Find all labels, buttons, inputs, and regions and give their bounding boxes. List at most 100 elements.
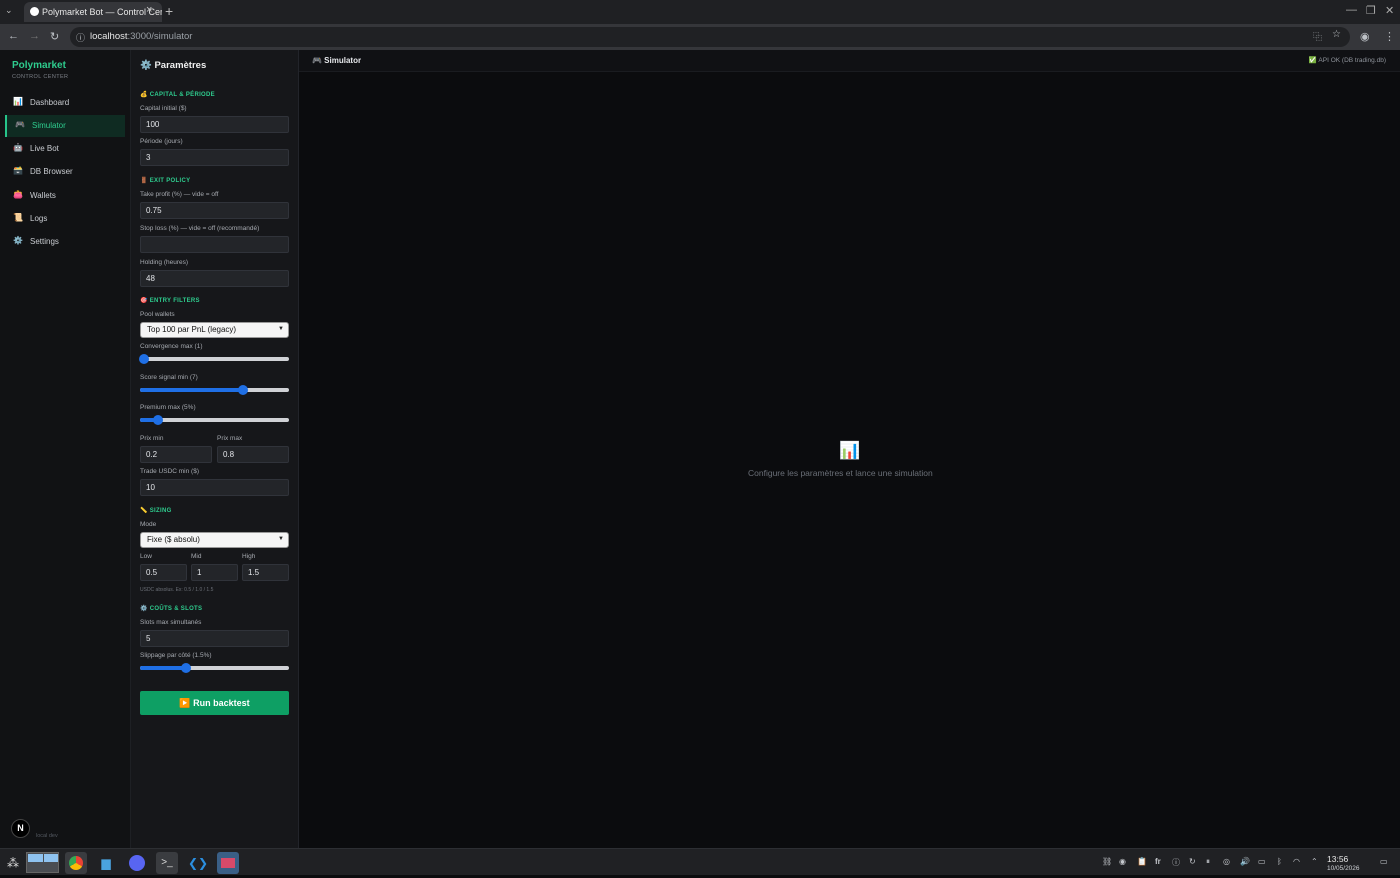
vscode-icon[interactable]: ❮❯ [187,852,209,874]
pool-wallets-select[interactable]: Top 100 par PnL (legacy) ▼ [140,322,289,338]
periode-input[interactable]: 3 [140,149,289,166]
high-input[interactable]: 1.5 [242,564,289,581]
workspace-switcher[interactable] [26,852,59,873]
premium-slider[interactable] [140,415,289,425]
launcher-icon[interactable]: ⁂ [2,852,24,874]
forward-icon[interactable]: → [29,30,40,42]
capital-label: Capital initial ($) [140,105,187,112]
chrome-icon[interactable] [65,852,87,874]
database-icon: 🗃️ [13,166,23,175]
periode-label: Période (jours) [140,138,183,145]
empty-state-message: Configure les paramètres et lance une si… [748,468,933,478]
browser-tab[interactable]: Polymarket Bot — Control Cent [24,2,162,22]
battery-icon[interactable]: ▭ [1258,857,1266,866]
chart-icon: 📊 [13,97,23,106]
sidebar-item-dashboard[interactable]: 📊 Dashboard [5,92,125,114]
slider-thumb[interactable] [181,663,192,673]
minimize-icon[interactable]: — [1346,4,1357,16]
holding-label: Holding (heures) [140,259,189,266]
slippage-slider[interactable] [140,663,289,673]
clock-date[interactable]: 10/05/2026 [1327,865,1360,872]
main-header: 🎮 Simulator ✅ API OK (DB trading.db) [299,50,1400,72]
files-icon[interactable]: ▆ [95,852,117,874]
run-backtest-button[interactable]: ▶️ Run backtest [140,691,289,715]
discord-icon[interactable] [126,852,148,874]
keyboard-layout[interactable]: fr [1155,857,1161,866]
prix-max-input[interactable]: 0.8 [217,446,289,463]
sidebar-item-label: Dashboard [30,98,70,107]
mode-select[interactable]: Fixe ($ absolu) ▼ [140,532,289,548]
restore-icon[interactable]: ❐ [1366,4,1376,17]
sidebar-item-db-browser[interactable]: 🗃️ DB Browser [5,161,125,183]
mid-input[interactable]: 1 [191,564,238,581]
sidebar-item-simulator[interactable]: 🎮 Simulator [5,115,125,137]
trade-usdc-input[interactable]: 10 [140,479,289,496]
terminal-icon[interactable]: >_ [156,852,178,874]
new-tab-icon[interactable]: + [165,3,173,19]
brand-subtitle: CONTROL CENTER [12,74,69,80]
close-window-icon[interactable]: ✕ [1385,4,1394,17]
sidebar-item-wallets[interactable]: 👛 Wallets [5,185,125,207]
slider-thumb[interactable] [139,354,150,364]
volume-icon[interactable]: 🔊 [1240,857,1250,866]
chevron-down-icon: ▼ [278,536,284,542]
prix-min-input[interactable]: 0.2 [140,446,212,463]
section-capital: 💰 CAPITAL & PÉRIODE [140,92,215,98]
sync-icon[interactable]: ↻ [1189,857,1196,866]
sidebar-item-logs[interactable]: 📜 Logs [5,208,125,230]
take-profit-input[interactable]: 0.75 [140,202,289,219]
convergence-slider[interactable] [139,354,289,364]
nextjs-dev-badge[interactable]: N [11,819,30,838]
wifi-icon[interactable]: ◠ [1293,857,1300,866]
premium-label: Premium max (5%) [140,404,196,411]
footer-note: local dev [36,833,58,839]
pool-wallets-label: Pool wallets [140,311,175,318]
wallet-icon: 👛 [13,190,23,199]
site-info-icon[interactable]: ⓘ [76,31,85,44]
api-status-badge: ✅ API OK (DB trading.db) [1308,57,1386,64]
pause-icon[interactable]: ⏸ [1206,857,1210,867]
network-tray-icon[interactable]: ⛓ [1102,857,1112,866]
tab-title: Polymarket Bot — Control Cent [42,7,162,17]
slider-thumb[interactable] [152,415,163,425]
low-input[interactable]: 0.5 [140,564,187,581]
chevron-up-icon[interactable]: ⌃ [1311,857,1318,866]
tab-search-icon[interactable]: ⌄ [5,5,13,16]
capital-input[interactable]: 100 [140,116,289,133]
profile-icon[interactable]: ◉ [1360,30,1370,43]
pool-wallets-value: Top 100 par PnL (legacy) [147,325,237,334]
translate-icon[interactable]: ⿻ [1313,30,1322,43]
bluetooth-icon[interactable]: ᛒ [1277,857,1282,866]
vpn-icon[interactable]: ◎ [1223,857,1230,866]
bookmark-star-icon[interactable]: ☆ [1332,29,1341,40]
page-title: 🎮 Simulator [312,56,362,65]
holding-input[interactable]: 48 [140,270,289,287]
back-icon[interactable]: ← [8,30,19,42]
sidebar-item-live-bot[interactable]: 🤖 Live Bot [5,138,125,160]
mode-value: Fixe ($ absolu) [147,535,200,544]
menu-kebab-icon[interactable]: ⋮ [1384,30,1395,43]
slider-fill [140,666,187,670]
clock-time[interactable]: 13:56 [1327,854,1348,864]
slots-input[interactable]: 5 [140,630,289,647]
system-monitor-icon[interactable] [217,852,239,874]
sidebar-item-label: Live Bot [30,144,59,153]
section-entry-filters: 🎯 ENTRY FILTERS [140,298,200,304]
sidebar-item-label: Simulator [32,121,66,130]
browser-toolbar: ← → ↻ ⓘ localhost:3000/simulator ⿻ ☆ ◉ ⋮ [0,24,1400,50]
sidebar-item-settings[interactable]: ⚙️ Settings [5,231,125,253]
trade-usdc-label: Trade USDC min ($) [140,468,199,475]
info-icon[interactable]: ⓘ [1172,857,1180,868]
clipboard-icon[interactable]: 📋 [1137,857,1147,866]
address-bar[interactable]: ⓘ localhost:3000/simulator ⿻ ☆ [70,27,1350,47]
os-taskbar: ⁂ ▆ >_ ❮❯ ⛓ ◉ 📋 fr ⓘ ↻ ⏸ ◎ 🔊 ▭ ᛒ ◠ ⌃ 13:… [0,848,1400,875]
tab-close-icon[interactable]: × [146,4,152,16]
score-signal-slider[interactable] [140,385,289,395]
robot-icon: 🤖 [13,143,23,152]
reload-icon[interactable]: ↻ [50,30,59,43]
sidebar-item-label: DB Browser [30,167,73,176]
stop-loss-input[interactable] [140,236,289,253]
slider-thumb[interactable] [237,385,248,395]
user-tray-icon[interactable]: ◉ [1119,857,1126,866]
show-desktop-icon[interactable]: ▭ [1380,857,1388,866]
